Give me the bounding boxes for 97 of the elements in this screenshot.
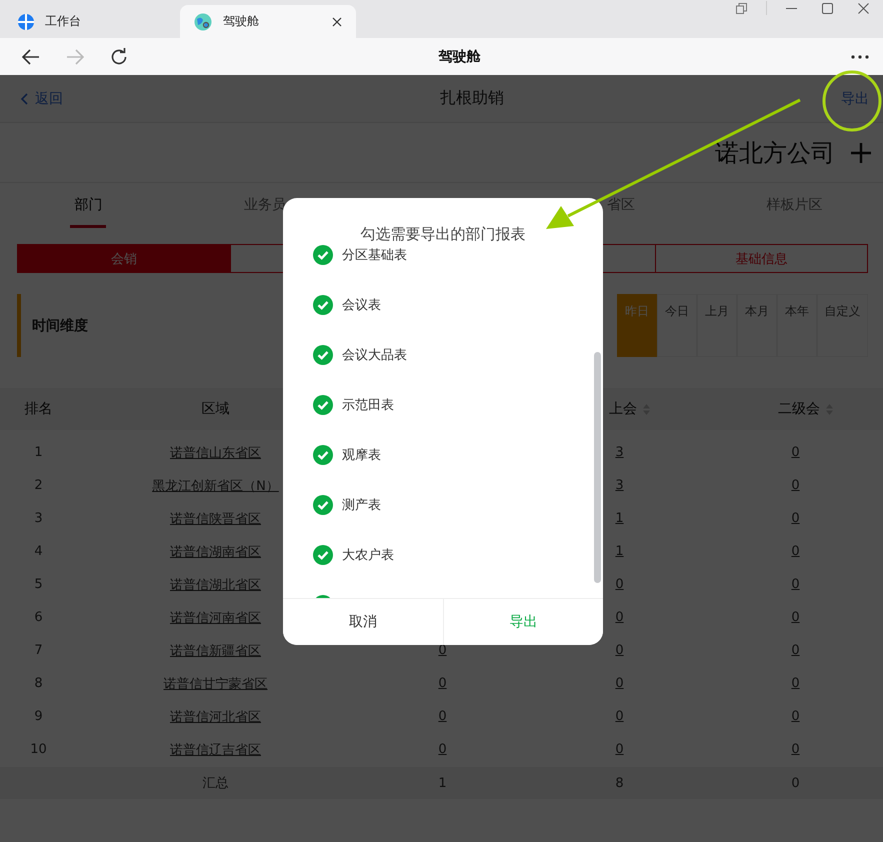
- table-link[interactable]: 3: [615, 445, 624, 460]
- table-link[interactable]: 0: [791, 742, 800, 757]
- browser-tab[interactable]: 驾驶舱: [180, 5, 356, 38]
- table-link[interactable]: 诺普信甘宁蒙省区: [164, 674, 268, 692]
- table-link[interactable]: 0: [615, 742, 624, 757]
- rank-cell: 4: [34, 544, 43, 559]
- table-link[interactable]: 0: [791, 577, 800, 592]
- scrollbar-thumb[interactable]: [594, 352, 601, 583]
- rank-cell: 3: [34, 511, 43, 526]
- table-link[interactable]: 0: [791, 445, 800, 460]
- total-value: 8: [615, 776, 624, 790]
- table-link[interactable]: 0: [791, 544, 800, 559]
- report-option[interactable]: 分区基础表: [342, 246, 407, 264]
- dialog-title: 勾选需要导出的部门报表: [360, 224, 526, 244]
- table-link[interactable]: 0: [791, 478, 800, 493]
- back-arrow-icon[interactable]: [22, 48, 40, 64]
- page-title: 驾驶舱: [438, 48, 482, 66]
- table-link[interactable]: 诺普信河北省区: [170, 708, 261, 726]
- table-link[interactable]: 1: [615, 544, 624, 559]
- app-icon: [18, 14, 34, 30]
- segment-button[interactable]: 基础信息: [655, 244, 868, 273]
- export-button[interactable]: 导出: [443, 599, 603, 645]
- total-value: 1: [438, 776, 447, 790]
- annotation-circle: [822, 70, 882, 132]
- checkbox-icon[interactable]: [313, 395, 333, 415]
- table-link[interactable]: 0: [791, 709, 800, 724]
- table-link[interactable]: 黑龙江创新省区（N）: [152, 476, 279, 494]
- checkbox-icon[interactable]: [313, 245, 333, 265]
- table-link[interactable]: 0: [615, 577, 624, 592]
- period-option[interactable]: 本年: [777, 294, 817, 357]
- table-link[interactable]: 0: [615, 643, 624, 658]
- table-link[interactable]: 0: [438, 676, 447, 691]
- browser-tab[interactable]: 工作台: [4, 5, 180, 38]
- table-link[interactable]: 诺普信辽吉省区: [170, 740, 261, 758]
- period-option[interactable]: 今日: [657, 294, 697, 357]
- maximize-icon[interactable]: [822, 2, 833, 14]
- back-link[interactable]: 返回: [20, 90, 63, 108]
- total-value: 0: [791, 776, 800, 790]
- table-link[interactable]: 诺普信陕晋省区: [170, 510, 261, 528]
- rank-cell: 9: [34, 709, 43, 724]
- period-option[interactable]: 自定义: [817, 294, 868, 357]
- checkbox-icon[interactable]: [313, 295, 333, 315]
- report-option[interactable]: 测产表: [342, 496, 381, 514]
- table-link[interactable]: 诺普信湖南省区: [170, 542, 261, 560]
- close-icon[interactable]: [858, 2, 869, 14]
- period-option[interactable]: 上月: [697, 294, 737, 357]
- table-link[interactable]: 诺普信湖北省区: [170, 576, 261, 594]
- tab[interactable]: 部门: [70, 183, 106, 228]
- table-link[interactable]: 0: [791, 643, 800, 658]
- table-link[interactable]: 0: [791, 610, 800, 625]
- rank-cell: 7: [34, 643, 43, 658]
- table-link[interactable]: 0: [615, 610, 624, 625]
- chevron-left-icon: [20, 92, 28, 104]
- table-link[interactable]: 3: [615, 478, 624, 493]
- rank-cell: 6: [34, 610, 43, 625]
- page-heading: 扎根助销: [440, 88, 504, 109]
- rank-cell: 8: [34, 676, 43, 691]
- report-option[interactable]: 大农户表: [342, 546, 394, 564]
- checkbox-icon[interactable]: [313, 495, 333, 515]
- column-header: 区域: [202, 400, 230, 418]
- close-icon[interactable]: [332, 16, 342, 26]
- add-icon[interactable]: [851, 142, 871, 162]
- period-option[interactable]: 本月: [737, 294, 777, 357]
- more-icon[interactable]: [851, 54, 869, 58]
- table-link[interactable]: 0: [438, 709, 447, 724]
- rank-cell: 10: [30, 742, 47, 757]
- table-link[interactable]: 1: [615, 511, 624, 526]
- table-link[interactable]: 0: [615, 709, 624, 724]
- report-option[interactable]: 示范田表: [342, 396, 394, 414]
- table-link[interactable]: 0: [791, 511, 800, 526]
- rank-cell: 1: [34, 445, 43, 460]
- report-option[interactable]: 会议大品表: [342, 346, 407, 364]
- export-link[interactable]: 导出: [841, 90, 869, 108]
- rank-cell: 5: [34, 577, 43, 592]
- checkbox-icon[interactable]: [313, 545, 333, 565]
- restore-icon[interactable]: [736, 2, 747, 14]
- report-option[interactable]: 观摩表: [342, 446, 381, 464]
- segment-button[interactable]: 会销: [17, 244, 230, 273]
- report-option[interactable]: 会议表: [342, 296, 381, 314]
- total-label: 汇总: [202, 775, 228, 792]
- table-link[interactable]: 诺普信新疆省区: [170, 642, 261, 660]
- table-link[interactable]: 诺普信山东省区: [170, 444, 261, 462]
- company-name: 诺北方公司: [715, 138, 835, 168]
- rank-cell: 2: [34, 478, 43, 493]
- table-link[interactable]: 诺普信河南省区: [170, 608, 261, 626]
- table-link[interactable]: 0: [791, 676, 800, 691]
- period-option[interactable]: 昨日: [617, 294, 657, 357]
- checkbox-icon[interactable]: [313, 345, 333, 365]
- column-header[interactable]: 二级会: [778, 400, 820, 418]
- table-link[interactable]: 0: [615, 676, 624, 691]
- column-header[interactable]: 上会: [609, 400, 637, 418]
- checkbox-icon[interactable]: [313, 445, 333, 465]
- column-header: 排名: [24, 400, 52, 418]
- refresh-icon[interactable]: [110, 48, 128, 66]
- globe-icon: [194, 12, 212, 30]
- table-link[interactable]: 0: [438, 742, 447, 757]
- time-dimension-label: 时间维度: [17, 294, 88, 357]
